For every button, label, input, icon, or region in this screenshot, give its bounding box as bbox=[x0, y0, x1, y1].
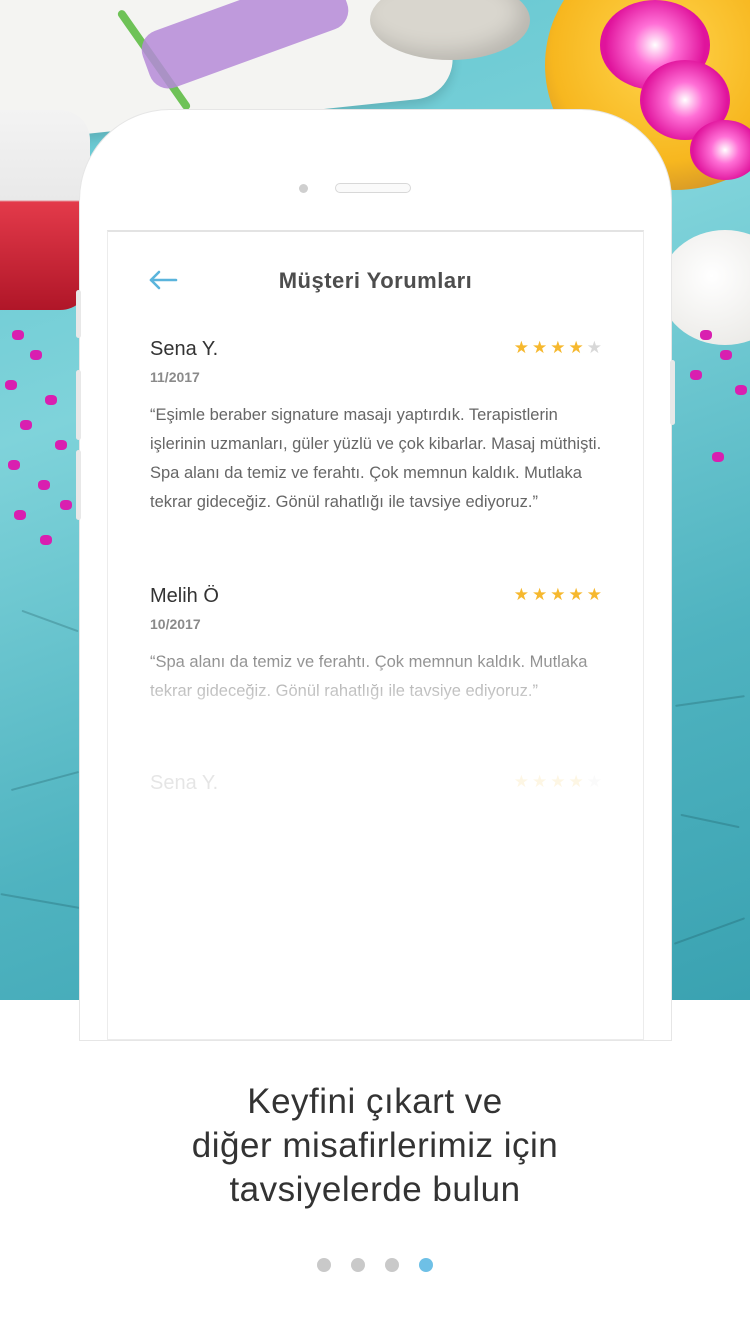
review-text: “Spa alanı da temiz ve ferahtı. Çok memn… bbox=[150, 653, 588, 700]
star-filled-icon: ★ bbox=[532, 585, 548, 605]
review-text: “Eşimle beraber signature masajı yaptırd… bbox=[150, 406, 602, 511]
star-empty-icon: ★ bbox=[586, 338, 602, 358]
phone-power-button bbox=[670, 360, 675, 425]
star-filled-icon: ★ bbox=[532, 338, 548, 358]
review-card: Sena Y. ★ ★ ★ ★ ★ bbox=[150, 772, 602, 795]
caption-line-1: Keyfini çıkart ve bbox=[247, 1082, 503, 1121]
star-filled-icon: ★ bbox=[568, 772, 584, 792]
review-card: Sena Y. ★ ★ ★ ★ ★ 11/2017 “Eşimle beraber si… bbox=[150, 338, 602, 517]
review-date: 11/2017 bbox=[150, 369, 200, 385]
phone-volume-up-button bbox=[76, 370, 81, 440]
star-filled-icon: ★ bbox=[513, 585, 529, 605]
page-title: Müşteri Yorumları bbox=[278, 268, 473, 293]
star-filled-icon: ★ bbox=[532, 772, 548, 792]
onboarding-caption: Keyfini çıkart ve diğer misafirlerimiz i… bbox=[0, 1080, 750, 1212]
review-date: 10/2017 bbox=[150, 616, 201, 632]
star-rating: ★ ★ ★ ★ ★ bbox=[514, 774, 602, 791]
phone-mockup: Müşteri Yorumları Sena Y. ★ ★ ★ ★ ★ 11/2017 … bbox=[76, 110, 675, 1040]
star-filled-icon: ★ bbox=[550, 338, 566, 358]
star-filled-icon: ★ bbox=[568, 338, 584, 358]
app-screen: Müşteri Yorumları Sena Y. ★ ★ ★ ★ ★ 11/2017 … bbox=[107, 230, 644, 1040]
star-filled-icon: ★ bbox=[550, 772, 566, 792]
star-filled-icon: ★ bbox=[568, 585, 584, 605]
phone-side-button bbox=[76, 290, 81, 338]
page-indicator bbox=[0, 1258, 750, 1272]
phone-speaker bbox=[335, 183, 411, 193]
star-filled-icon: ★ bbox=[513, 338, 529, 358]
page-dot[interactable] bbox=[317, 1258, 331, 1272]
review-card: Melih Ö ★ ★ ★ ★ ★ 10/2017 “Spa alanı da temi… bbox=[150, 585, 602, 706]
phone-volume-down-button bbox=[76, 450, 81, 520]
star-rating: ★ ★ ★ ★ ★ bbox=[514, 587, 602, 604]
star-empty-icon: ★ bbox=[586, 772, 602, 792]
star-filled-icon: ★ bbox=[513, 772, 529, 792]
star-filled-icon: ★ bbox=[586, 585, 602, 605]
page-dot[interactable] bbox=[385, 1258, 399, 1272]
caption-line-2: diğer misafirlerimiz için bbox=[191, 1126, 559, 1165]
star-filled-icon: ★ bbox=[550, 585, 566, 605]
star-rating: ★ ★ ★ ★ ★ bbox=[514, 340, 602, 357]
page-dot[interactable] bbox=[419, 1258, 433, 1272]
caption-line-3: tavsiyelerde bulun bbox=[229, 1170, 521, 1209]
page-dot[interactable] bbox=[351, 1258, 365, 1272]
phone-camera bbox=[299, 184, 308, 193]
app-bar: Müşteri Yorumları bbox=[108, 262, 643, 302]
